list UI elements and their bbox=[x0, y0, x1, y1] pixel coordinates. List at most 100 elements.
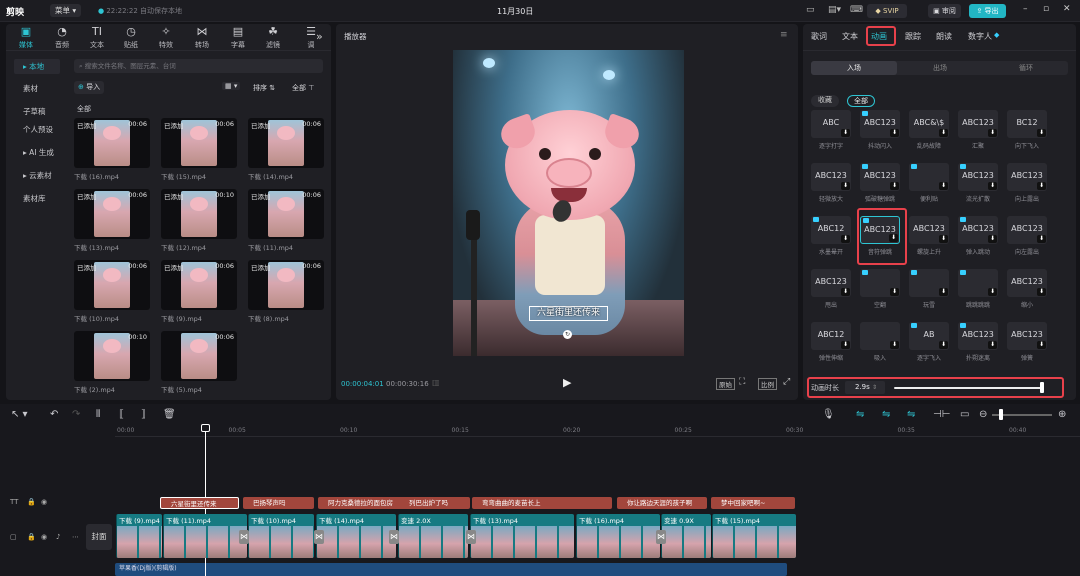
animation-preset[interactable]: ABC123 ⬇ bbox=[860, 216, 900, 244]
media-thumbnail[interactable]: 00:06 bbox=[161, 331, 237, 381]
sub-tab[interactable]: 循环 bbox=[983, 61, 1069, 75]
sub-tab[interactable]: 入场 bbox=[811, 61, 897, 75]
zoom-out-icon[interactable]: ⊖ bbox=[979, 409, 987, 420]
video-clip[interactable]: 下载 (10).mp4 bbox=[248, 514, 314, 558]
duration-input[interactable]: 2.9s ⇕ bbox=[845, 381, 885, 394]
media-thumbnail[interactable]: 已添加 00:06 bbox=[161, 118, 237, 168]
tab-effects[interactable]: ✧ 特效 bbox=[148, 26, 184, 50]
tab-audio[interactable]: ◔ 音频 bbox=[44, 26, 80, 50]
video-clip[interactable]: 下载 (13).mp4 bbox=[470, 514, 574, 558]
media-thumbnail[interactable]: 已添加 00:06 bbox=[248, 118, 324, 168]
panel-tab[interactable]: 文本 bbox=[842, 31, 858, 42]
transition-icon[interactable]: ⋈ bbox=[239, 530, 249, 544]
lock-icon[interactable]: 🔒 bbox=[27, 498, 36, 506]
animation-preset[interactable]: ⬇ bbox=[958, 269, 998, 297]
download-icon[interactable]: ⬇ bbox=[1037, 288, 1046, 296]
animation-preset[interactable]: ABC&\$ ⬇ bbox=[909, 110, 949, 138]
tab-filter[interactable]: ☘ 滤镜 bbox=[255, 26, 291, 50]
filter-button[interactable]: 全部 ⊤ bbox=[292, 83, 314, 93]
animation-preset[interactable]: ABC123 ⬇ bbox=[958, 110, 998, 138]
sidebar-item[interactable]: 素材 bbox=[14, 81, 60, 96]
snap-icon[interactable]: ⇋ bbox=[907, 409, 915, 420]
panel-tab[interactable]: 跟踪 bbox=[905, 31, 921, 42]
fullscreen-fit-icon[interactable]: ⛶ bbox=[739, 377, 745, 387]
animation-preset[interactable]: ABC123 ⬇ bbox=[1007, 269, 1047, 297]
volume-icon[interactable]: ♪ bbox=[56, 533, 60, 541]
media-thumbnail[interactable]: 已添加 00:06 bbox=[161, 260, 237, 310]
playhead-handle[interactable] bbox=[201, 424, 210, 432]
close-icon[interactable]: ✕ bbox=[1063, 4, 1071, 14]
keyboard-icon[interactable]: ⌨ bbox=[850, 5, 863, 15]
more-icon[interactable]: ⋯ bbox=[72, 533, 79, 541]
maximize-icon[interactable]: ▫ bbox=[1043, 4, 1049, 14]
delete-icon[interactable]: 🗑 bbox=[163, 409, 176, 420]
sub-tab[interactable]: 出场 bbox=[897, 61, 983, 75]
download-icon[interactable]: ⬇ bbox=[988, 341, 997, 349]
timeline-grid-icon[interactable]: ▥ bbox=[432, 378, 440, 387]
download-icon[interactable]: ⬇ bbox=[939, 235, 948, 243]
caption-box[interactable]: 六星街里还传来 bbox=[529, 306, 608, 321]
tab-media[interactable]: ▣ 媒体 bbox=[8, 26, 44, 50]
animation-preset[interactable]: ABC123 ⬇ bbox=[909, 216, 949, 244]
text-clip[interactable]: 梦中回家吧啊~ bbox=[711, 497, 795, 509]
animation-preset[interactable]: ABC123 ⬇ bbox=[1007, 163, 1047, 191]
download-icon[interactable]: ⬇ bbox=[890, 341, 899, 349]
sidebar-item[interactable]: ▸ AI 生成 bbox=[14, 145, 60, 160]
split-left-icon[interactable]: ⟦ bbox=[119, 409, 124, 420]
download-icon[interactable]: ⬇ bbox=[988, 182, 997, 190]
sidebar-item[interactable]: 子草稿 bbox=[14, 104, 60, 119]
transition-icon[interactable]: ⋈ bbox=[656, 530, 666, 544]
media-thumbnail[interactable]: 已添加 00:06 bbox=[74, 189, 150, 239]
player-menu-icon[interactable]: ≡ bbox=[780, 30, 788, 40]
sidebar-item[interactable]: 素材库 bbox=[14, 191, 60, 206]
animation-preset[interactable]: ⬇ bbox=[860, 269, 900, 297]
mic-icon[interactable]: 🎙 bbox=[822, 409, 835, 420]
minimize-icon[interactable]: – bbox=[1023, 4, 1028, 14]
animation-preset[interactable]: ⬇ bbox=[909, 163, 949, 191]
animation-preset[interactable]: ABC123 ⬇ bbox=[1007, 216, 1047, 244]
media-thumbnail[interactable]: 已添加 00:06 bbox=[248, 189, 324, 239]
play-button[interactable]: ▶ bbox=[563, 376, 571, 389]
duration-slider-handle[interactable] bbox=[1040, 382, 1044, 393]
download-icon[interactable]: ⬇ bbox=[841, 129, 850, 137]
download-icon[interactable]: ⬇ bbox=[1037, 129, 1046, 137]
text-clip[interactable]: 你让路边天涯的孩子啊 bbox=[617, 497, 707, 509]
import-button[interactable]: ⊕ 导入 bbox=[74, 81, 105, 94]
download-icon[interactable]: ⬇ bbox=[841, 341, 850, 349]
screenshot-icon[interactable]: ▭ bbox=[960, 409, 969, 420]
text-clip[interactable]: 巴扬琴声吗 bbox=[243, 497, 314, 509]
download-icon[interactable]: ⬇ bbox=[988, 129, 997, 137]
download-icon[interactable]: ⬇ bbox=[1037, 182, 1046, 190]
eye-icon[interactable]: ◉ bbox=[41, 533, 47, 541]
tab-sticker[interactable]: ◷ 贴纸 bbox=[113, 26, 149, 50]
ratio-button[interactable]: 比例 bbox=[758, 378, 777, 390]
download-icon[interactable]: ⬇ bbox=[889, 234, 898, 242]
animation-preset[interactable]: ABC123 ⬇ bbox=[958, 216, 998, 244]
sort-button[interactable]: 排序 ⇅ bbox=[253, 83, 275, 93]
video-clip[interactable]: 变速 0.9X bbox=[661, 514, 711, 558]
transition-icon[interactable]: ⋈ bbox=[314, 530, 324, 544]
animation-preset[interactable]: ABC123 ⬇ bbox=[811, 163, 851, 191]
transition-icon[interactable]: ⋈ bbox=[466, 530, 476, 544]
tab-adjust[interactable]: ☰ 调 bbox=[293, 26, 329, 50]
text-clip[interactable]: 弯弯曲曲的麦苗长上 bbox=[472, 497, 612, 509]
link-track-icon[interactable]: ⇋ bbox=[882, 409, 890, 420]
video-clip[interactable]: 下载 (9).mp4 bbox=[116, 514, 162, 558]
tab-transition[interactable]: ⋈ 转场 bbox=[184, 26, 220, 50]
text-clip[interactable]: 列巴出炉了吗 bbox=[399, 497, 469, 509]
layout-icon[interactable]: ▭ bbox=[806, 5, 815, 15]
media-thumbnail[interactable]: 已添加 00:10 bbox=[161, 189, 237, 239]
video-clip[interactable]: 下载 (11).mp4 bbox=[163, 514, 247, 558]
download-icon[interactable]: ⬇ bbox=[841, 235, 850, 243]
text-clip[interactable]: 六星街里还传来 bbox=[160, 497, 239, 509]
lock-icon[interactable]: 🔒 bbox=[27, 533, 36, 541]
download-icon[interactable]: ⬇ bbox=[841, 288, 850, 296]
cover-button[interactable]: 封面 bbox=[86, 524, 112, 550]
video-clip[interactable]: 变速 2.0X bbox=[398, 514, 468, 558]
sidebar-item[interactable]: ▸ 云素材 bbox=[14, 168, 60, 183]
panel-tab[interactable]: 朗读 bbox=[936, 31, 952, 42]
panel-tab[interactable]: 歌词 bbox=[811, 31, 827, 42]
filter-chip[interactable]: 全部 bbox=[847, 95, 875, 107]
panel-tab[interactable]: 动画 bbox=[871, 31, 887, 42]
sidebar-item[interactable]: 个人预设 bbox=[14, 122, 60, 137]
